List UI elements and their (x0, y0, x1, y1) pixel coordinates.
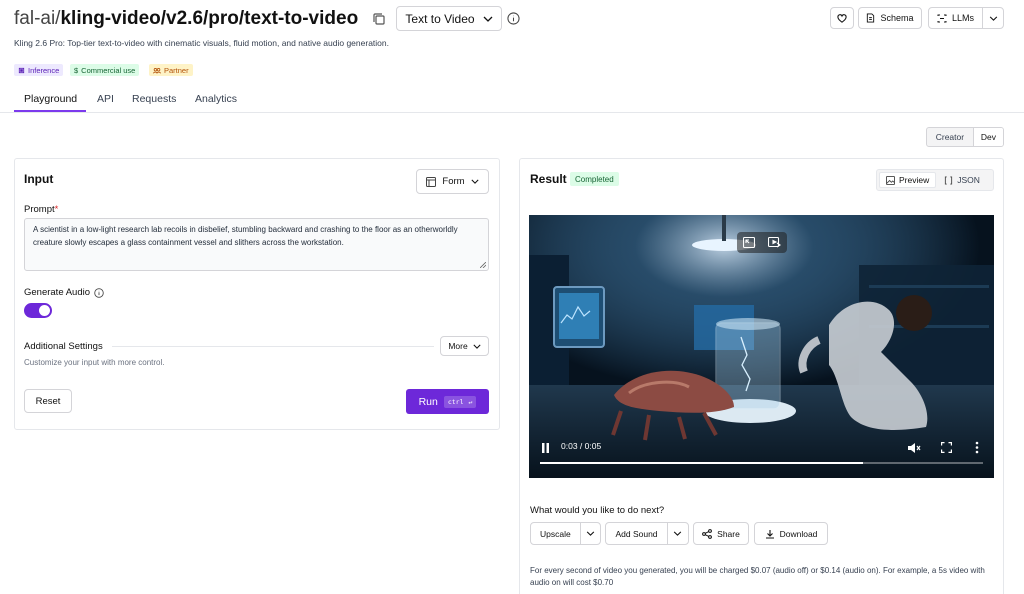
video-overlay-controls (737, 232, 787, 253)
preview-option[interactable]: Preview (879, 172, 937, 188)
upscale-split-button: Upscale (530, 522, 601, 545)
add-sound-button[interactable]: Add Sound (606, 523, 668, 544)
llms-main[interactable]: LLMs (929, 8, 984, 28)
chevron-down-icon (673, 531, 682, 536)
result-view-toggle: Preview JSON (876, 169, 994, 191)
generate-audio-label: Generate Audio (24, 287, 104, 298)
chevron-down-icon (989, 15, 997, 21)
badge-inference: Inference (14, 64, 64, 76)
dev-mode-option[interactable]: Dev (972, 128, 1003, 146)
active-tab-indicator (14, 110, 86, 112)
info-icon[interactable] (94, 287, 104, 298)
llms-button[interactable]: LLMs (928, 7, 1004, 29)
generate-audio-toggle[interactable] (24, 303, 52, 318)
badge-commercial-use: $ Commercial use (70, 64, 140, 76)
picture-in-picture-icon[interactable] (767, 237, 781, 248)
mute-icon[interactable] (908, 442, 921, 454)
info-icon[interactable] (507, 12, 520, 25)
view-mode-toggle: Creator Dev (926, 127, 1004, 147)
prompt-text: A scientist in a low-light research lab … (33, 225, 458, 247)
reset-button[interactable]: Reset (24, 389, 72, 413)
video-time: 0:03 / 0:05 (561, 441, 602, 451)
input-title: Input (24, 172, 54, 186)
video-progress-fill (540, 462, 864, 464)
fullscreen-icon[interactable] (941, 442, 952, 453)
share-button[interactable]: Share (693, 522, 749, 545)
code-icon (945, 175, 953, 185)
video-progress-bar[interactable] (540, 462, 983, 464)
tab-api[interactable]: API (97, 93, 114, 105)
model-description: Kling 2.6 Pro: Top-tier text-to-video wi… (14, 38, 389, 48)
model-owner: fal-ai/ (14, 8, 61, 29)
pause-icon[interactable] (541, 443, 550, 453)
resize-handle-icon[interactable] (480, 262, 486, 268)
form-icon (426, 176, 437, 187)
llms-dropdown[interactable] (983, 8, 1003, 28)
schema-label: Schema (880, 13, 914, 23)
add-sound-dropdown[interactable] (668, 523, 688, 544)
tab-analytics[interactable]: Analytics (195, 93, 237, 105)
mode-selector[interactable]: Text to Video (396, 6, 502, 31)
additional-settings-hint: Customize your input with more control. (24, 358, 165, 367)
favorite-button[interactable] (830, 7, 854, 29)
download-icon (765, 529, 774, 539)
creator-mode-option[interactable]: Creator (927, 128, 973, 146)
next-actions-title: What would you like to do next? (530, 505, 665, 516)
mode-selector-label: Text to Video (405, 11, 475, 26)
run-shortcut: ctrl ↵ (443, 395, 477, 408)
chip-icon (18, 67, 25, 73)
settings-divider (112, 346, 434, 347)
additional-settings-label: Additional Settings (24, 341, 103, 352)
partner-icon (153, 67, 161, 73)
add-sound-split-button: Add Sound (605, 522, 689, 545)
tab-requests[interactable]: Requests (132, 93, 176, 105)
more-options-icon[interactable] (975, 441, 979, 454)
model-slug: kling-video/v2.6/pro/text-to-video (60, 8, 359, 29)
heart-icon (837, 13, 847, 23)
form-selector[interactable]: Form (416, 169, 489, 194)
chevron-down-icon (483, 16, 493, 22)
schema-button[interactable]: Schema (858, 7, 922, 29)
chevron-down-icon (586, 531, 595, 536)
tab-playground[interactable]: Playground (24, 93, 77, 105)
required-mark: * (54, 204, 59, 215)
tab-bar: Playground API Requests Analytics (0, 86, 1024, 113)
document-icon (867, 13, 875, 23)
pricing-note: For every second of video you generated,… (530, 566, 985, 587)
image-icon (886, 175, 895, 185)
llm-icon (937, 14, 947, 22)
json-option[interactable]: JSON (938, 172, 986, 188)
run-button[interactable]: Run ctrl ↵ (406, 389, 489, 414)
chevron-down-icon (471, 179, 479, 184)
chevron-down-icon (473, 344, 481, 349)
download-button[interactable]: Download (754, 522, 828, 545)
llms-label: LLMs (952, 13, 975, 23)
upscale-button[interactable]: Upscale (531, 523, 581, 544)
share-icon (702, 528, 713, 539)
exit-fullscreen-icon[interactable] (743, 237, 756, 248)
dollar-icon: $ (74, 65, 79, 75)
form-label: Form (442, 176, 465, 187)
badge-partner: Partner (149, 64, 193, 76)
page-title: fal-ai/kling-video/v2.6/pro/text-to-vide… (14, 7, 358, 31)
result-title: Result (530, 172, 567, 186)
status-badge: Completed (570, 172, 619, 186)
prompt-label: Prompt* (24, 204, 59, 215)
more-settings-button[interactable]: More (440, 336, 489, 356)
prompt-textarea[interactable]: A scientist in a low-light research lab … (24, 218, 489, 271)
upscale-dropdown[interactable] (581, 523, 600, 544)
copy-icon[interactable] (372, 12, 386, 26)
